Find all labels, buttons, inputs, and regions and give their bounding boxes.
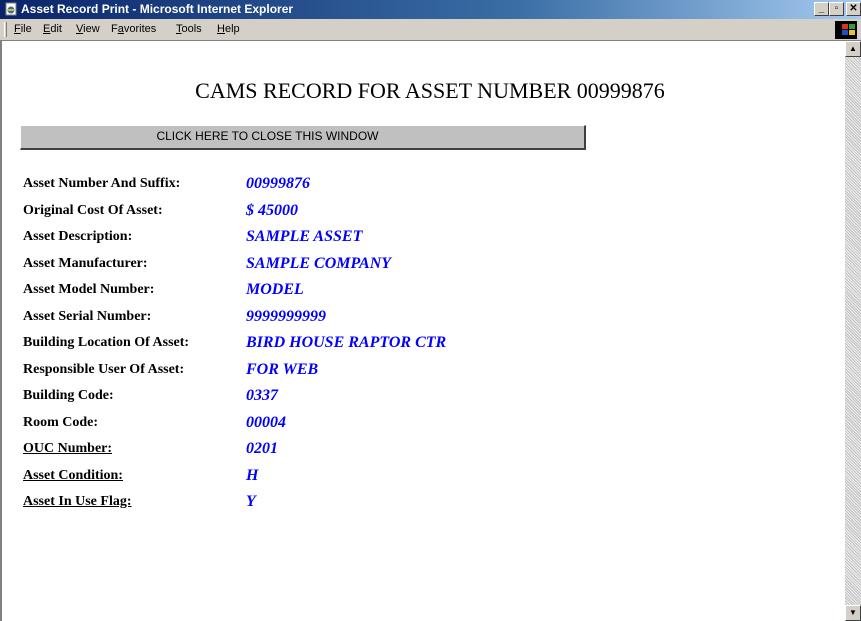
close-window-page-button[interactable]: CLICK HERE TO CLOSE THIS WINDOW xyxy=(20,125,586,150)
ie-page-icon xyxy=(4,2,18,16)
field-label: Asset Number And Suffix: xyxy=(23,176,181,191)
windows-logo-icon xyxy=(835,21,857,39)
field-label: Asset Serial Number: xyxy=(23,308,152,324)
field-value: H xyxy=(246,466,259,484)
field-label: Asset Description: xyxy=(23,229,133,244)
menu-favorites[interactable]: Favorites xyxy=(111,23,156,35)
field-value: 9999999999 xyxy=(246,307,326,325)
window-title: Asset Record Print - Microsoft Internet … xyxy=(21,2,294,16)
field-label: Original Cost Of Asset: xyxy=(23,202,163,218)
minimize-button[interactable]: _ xyxy=(814,2,829,16)
scroll-down-icon[interactable]: ▼ xyxy=(845,605,861,621)
close-window-button[interactable]: ✕ xyxy=(846,2,861,16)
vertical-scrollbar[interactable]: ▲ ▼ xyxy=(845,41,861,621)
field-value: 00999876 xyxy=(246,175,310,192)
scroll-up-icon[interactable]: ▲ xyxy=(845,41,861,57)
maximize-button[interactable]: ▫ xyxy=(829,2,844,16)
field-label-link[interactable]: Asset In Use Flag: xyxy=(23,494,132,510)
window-titlebar: Asset Record Print - Microsoft Internet … xyxy=(0,0,861,19)
field-value: 00004 xyxy=(246,413,286,431)
field-label: Room Code: xyxy=(23,414,99,430)
field-label: Asset Manufacturer: xyxy=(23,255,148,271)
field-label: Responsible User Of Asset: xyxy=(23,361,185,377)
field-label: Asset Model Number: xyxy=(23,282,155,297)
field-value: SAMPLE COMPANY xyxy=(246,254,392,272)
field-value: 0201 xyxy=(246,440,278,457)
field-label-link[interactable]: OUC Number: xyxy=(23,441,112,457)
field-value: SAMPLE ASSET xyxy=(246,228,363,245)
field-label-link[interactable]: Asset Condition: xyxy=(23,468,123,484)
field-value: MODEL xyxy=(246,281,304,298)
menu-edit[interactable]: Edit xyxy=(43,23,62,35)
menu-help[interactable]: Help xyxy=(217,23,240,35)
menu-bar: File Edit View Favorites Tools Help xyxy=(0,19,861,41)
page-title: CAMS RECORD FOR ASSET NUMBER 00999876 xyxy=(195,78,665,103)
toolbar-grip[interactable] xyxy=(4,22,7,37)
field-value: 0337 xyxy=(246,387,278,404)
menu-file[interactable]: File xyxy=(14,23,32,35)
field-label: Building Location Of Asset: xyxy=(23,335,190,350)
menu-tools[interactable]: Tools xyxy=(176,23,202,35)
field-value: Y xyxy=(246,493,256,510)
field-value: $ 45000 xyxy=(246,201,298,219)
field-value: FOR WEB xyxy=(246,360,319,378)
field-label: Building Code: xyxy=(23,388,114,403)
field-value: BIRD HOUSE RAPTOR CTR xyxy=(246,334,447,351)
menu-view[interactable]: View xyxy=(76,23,100,35)
